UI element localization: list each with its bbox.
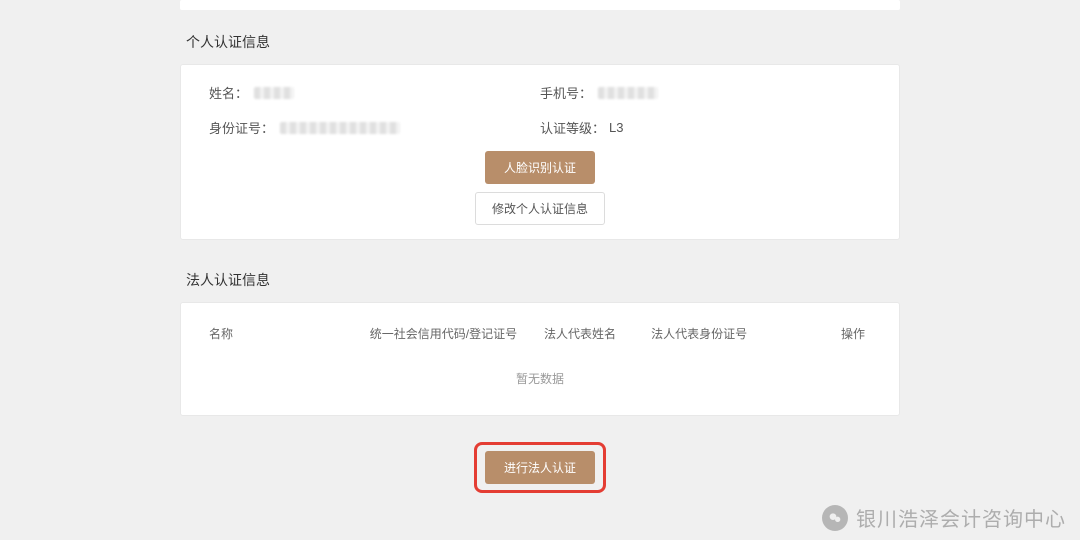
col-name: 名称 [205, 317, 366, 354]
personal-name-value-redacted [254, 87, 294, 99]
personal-auth-card: 姓名： 手机号： 身份证号： 认证等级： L3 人脸识别认证 修改个人认证信息 [180, 64, 900, 240]
legal-table-header: 名称 统一社会信用代码/登记证号 法人代表姓名 法人代表身份证号 操作 [205, 317, 875, 354]
legal-table-empty-row: 暂无数据 [205, 354, 875, 411]
personal-id-value-redacted [280, 122, 400, 134]
personal-phone-label: 手机号： [540, 83, 592, 102]
personal-level-label: 认证等级： [540, 118, 605, 137]
personal-name-row: 姓名： [209, 83, 540, 102]
personal-id-row: 身份证号： [209, 118, 540, 137]
watermark-text: 银川浩泽会计咨询中心 [856, 503, 1066, 532]
col-rep-id: 法人代表身份证号 [647, 317, 794, 354]
modify-personal-auth-button[interactable]: 修改个人认证信息 [475, 192, 605, 225]
personal-id-label: 身份证号： [209, 118, 274, 137]
col-credit-code: 统一社会信用代码/登记证号 [366, 317, 540, 354]
face-auth-button[interactable]: 人脸识别认证 [485, 151, 595, 184]
legal-auth-highlight: 进行法人认证 [474, 442, 606, 493]
legal-auth-title: 法人认证信息 [186, 270, 900, 290]
legal-table-empty-text: 暂无数据 [205, 354, 875, 411]
personal-level-value: L3 [609, 120, 623, 135]
wechat-icon [822, 505, 848, 531]
personal-level-row: 认证等级： L3 [540, 118, 871, 137]
legal-auth-card: 名称 统一社会信用代码/登记证号 法人代表姓名 法人代表身份证号 操作 暂无数据 [180, 302, 900, 416]
personal-name-label: 姓名： [209, 83, 248, 102]
personal-auth-title: 个人认证信息 [186, 32, 900, 52]
personal-phone-row: 手机号： [540, 83, 871, 102]
preceding-card-edge [180, 0, 900, 10]
personal-phone-value-redacted [598, 87, 658, 99]
legal-auth-button[interactable]: 进行法人认证 [485, 451, 595, 484]
col-rep-name: 法人代表姓名 [540, 317, 647, 354]
watermark: 银川浩泽会计咨询中心 [822, 503, 1066, 532]
legal-auth-table: 名称 统一社会信用代码/登记证号 法人代表姓名 法人代表身份证号 操作 暂无数据 [205, 317, 875, 411]
col-operation: 操作 [795, 317, 875, 354]
